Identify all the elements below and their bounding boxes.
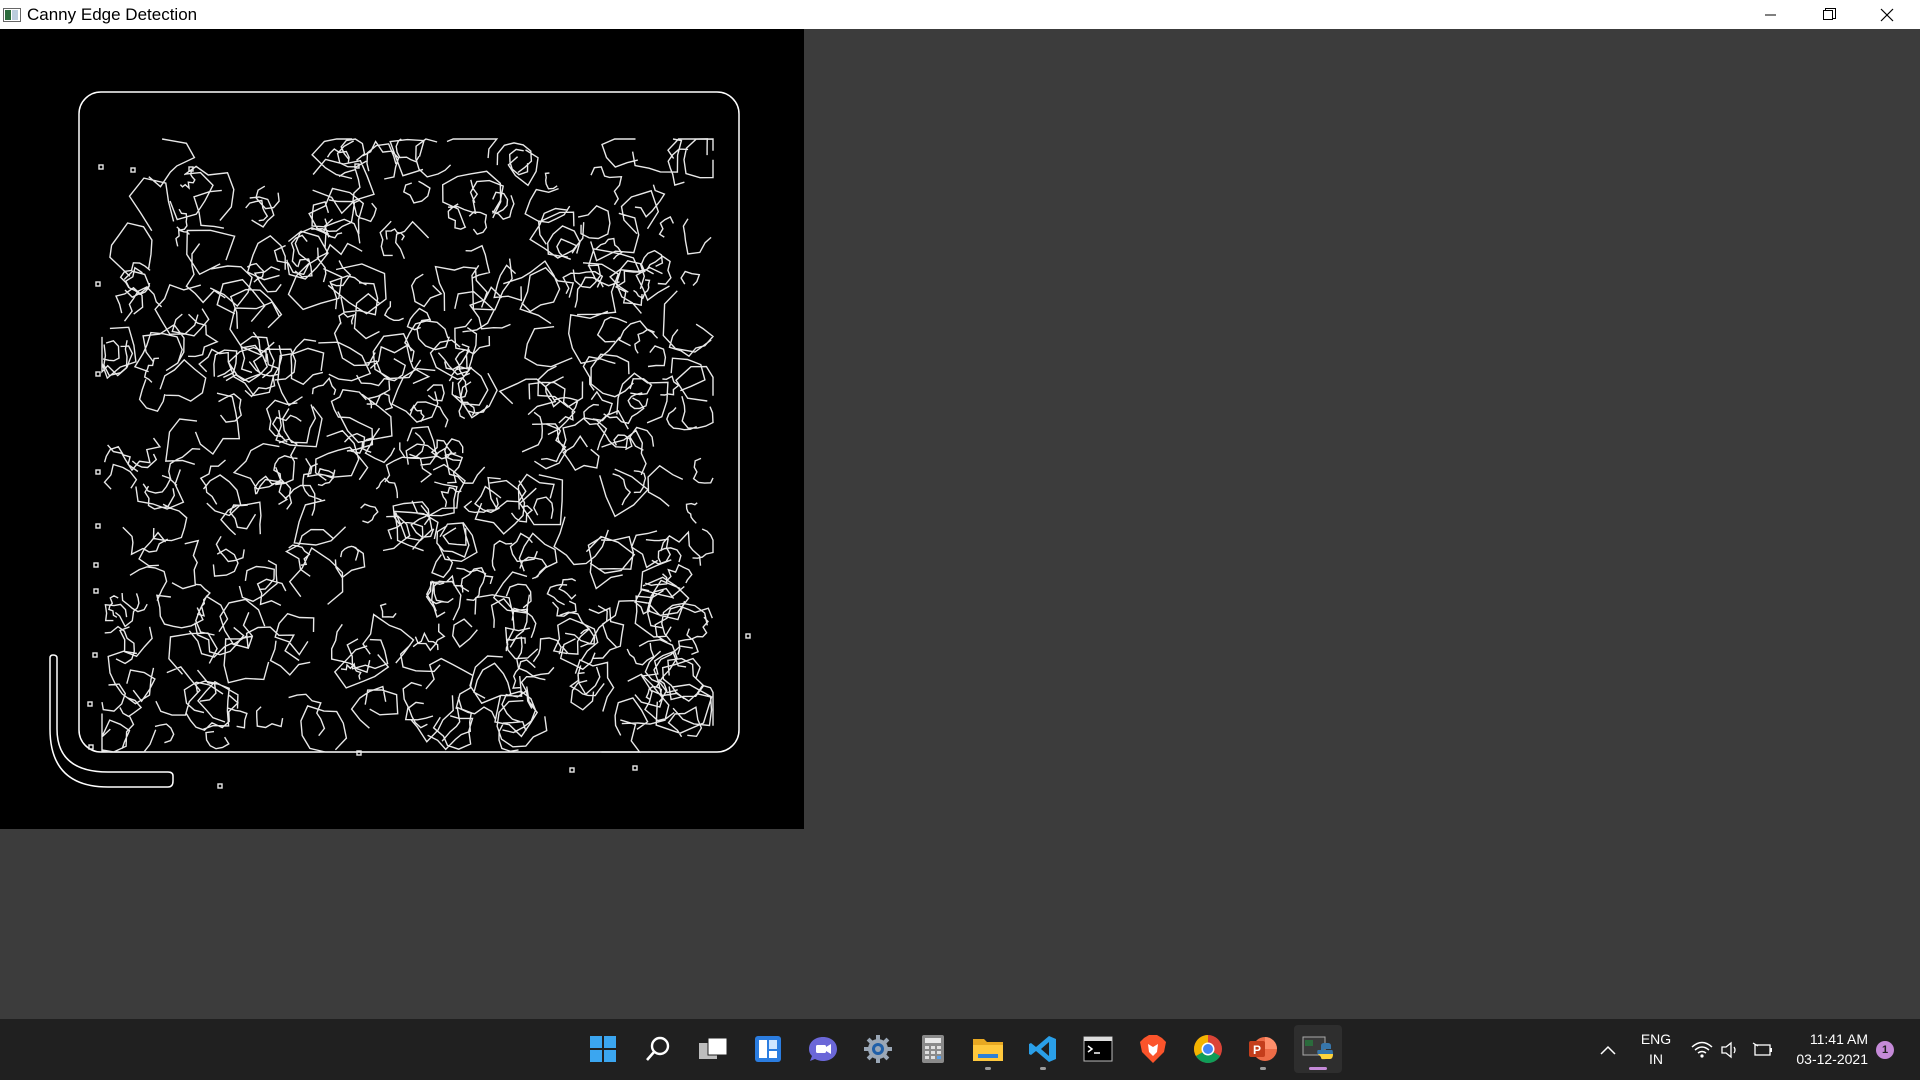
powerpoint-icon: P	[1249, 1037, 1277, 1061]
calculator-button[interactable]	[909, 1025, 957, 1073]
volume-button[interactable]	[1719, 1039, 1741, 1061]
calculator-icon	[922, 1035, 944, 1063]
region-label: IN	[1649, 1051, 1663, 1067]
taskbar: P ENG IN 11:41 AM 03-12-2021	[0, 1019, 1920, 1080]
edge-texture	[87, 138, 751, 789]
restore-button[interactable]	[1800, 0, 1858, 29]
running-indicator	[1260, 1067, 1266, 1070]
title-bar: Canny Edge Detection	[0, 0, 1920, 29]
chevron-up-icon	[1600, 1045, 1616, 1055]
clock[interactable]: 11:41 AM 03-12-2021	[1788, 1030, 1868, 1070]
chat-button[interactable]	[799, 1025, 847, 1073]
terminal-button[interactable]	[1074, 1025, 1122, 1073]
language-label: ENG	[1640, 1031, 1672, 1047]
vscode-icon	[1029, 1036, 1056, 1062]
terminal-icon	[1083, 1036, 1113, 1062]
search-icon	[646, 1036, 670, 1061]
widgets-icon	[755, 1036, 781, 1062]
widgets-button[interactable]	[744, 1025, 792, 1073]
task-view-icon	[699, 1037, 728, 1059]
windows-start-icon	[590, 1036, 616, 1062]
wifi-icon	[1691, 1041, 1713, 1058]
restore-icon	[1822, 8, 1836, 20]
start-button[interactable]	[579, 1025, 627, 1073]
notification-badge[interactable]: 1	[1876, 1041, 1894, 1059]
window-title: Canny Edge Detection	[27, 4, 198, 24]
speaker-icon	[1721, 1041, 1736, 1059]
settings-button[interactable]	[854, 1025, 902, 1073]
edge-speck	[356, 750, 362, 756]
edge-speck	[188, 166, 194, 172]
search-button[interactable]	[634, 1025, 682, 1073]
file-explorer-button[interactable]	[964, 1025, 1012, 1073]
edge-speck	[92, 652, 98, 658]
edge-speck	[93, 588, 99, 594]
edge-image-canvas	[0, 29, 804, 829]
edge-speck	[95, 281, 101, 287]
edge-speck	[95, 523, 101, 529]
edge-speck	[130, 167, 136, 173]
chat-icon	[809, 1037, 837, 1061]
input-language-indicator[interactable]: ENG IN	[1636, 1030, 1676, 1070]
edge-speck	[95, 371, 101, 377]
minimize-icon	[1765, 14, 1776, 15]
battery-charging-icon	[1752, 1042, 1772, 1056]
edge-speck	[93, 562, 99, 568]
edge-speck	[217, 783, 223, 789]
edge-speck	[95, 469, 101, 475]
running-indicator	[985, 1067, 991, 1070]
powerpoint-button[interactable]: P	[1239, 1025, 1287, 1073]
minimize-button[interactable]	[1742, 0, 1800, 29]
folder-icon	[973, 1039, 1003, 1061]
clock-date: 03-12-2021	[1796, 1051, 1868, 1067]
show-hidden-icons-button[interactable]	[1597, 1039, 1619, 1061]
edge-speck	[87, 701, 93, 707]
app-icon	[3, 7, 21, 22]
edge-speck	[632, 765, 638, 771]
chrome-button[interactable]	[1184, 1025, 1232, 1073]
task-view-button[interactable]	[689, 1025, 737, 1073]
edge-speck	[745, 633, 751, 639]
python-icon	[1302, 1036, 1333, 1060]
python-button[interactable]	[1294, 1025, 1342, 1073]
edge-speck	[569, 767, 575, 773]
edge-speck	[98, 164, 104, 170]
svg-text:P: P	[1253, 1043, 1261, 1057]
close-button[interactable]	[1858, 0, 1916, 29]
clock-time: 11:41 AM	[1809, 1031, 1868, 1047]
vscode-button[interactable]	[1019, 1025, 1067, 1073]
active-indicator	[1309, 1067, 1327, 1070]
edge-contours	[101, 138, 715, 753]
brave-icon	[1140, 1035, 1166, 1063]
battery-button[interactable]	[1752, 1039, 1774, 1061]
wifi-button[interactable]	[1691, 1039, 1713, 1061]
edge-image	[49, 91, 751, 789]
brave-button[interactable]	[1129, 1025, 1177, 1073]
chrome-icon	[1194, 1035, 1222, 1063]
close-icon	[1880, 8, 1894, 21]
edge-speck	[88, 744, 94, 750]
running-indicator	[1040, 1067, 1046, 1070]
gear-icon	[864, 1035, 892, 1063]
